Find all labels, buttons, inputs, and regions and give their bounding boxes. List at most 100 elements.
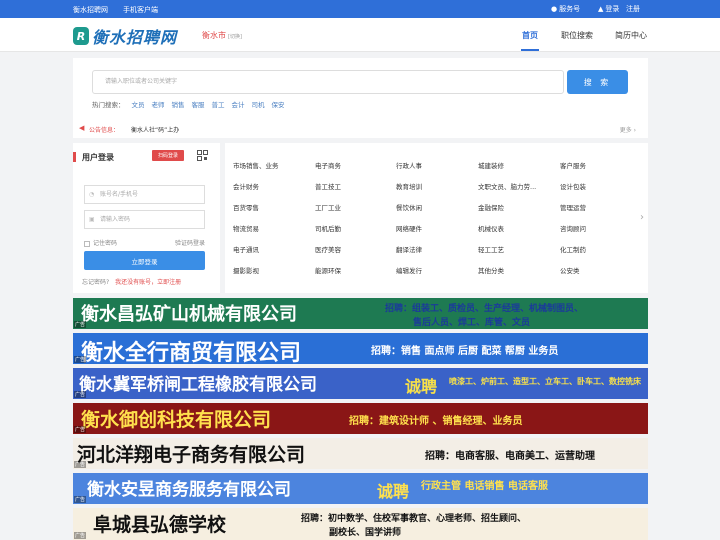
- banner-company-name: 阜城县弘德学校: [93, 514, 227, 536]
- site-name-link[interactable]: 衡水招聘网: [73, 5, 108, 15]
- banner-company-name: 衡水安昱商务服务有限公司: [87, 480, 291, 500]
- banner-company-name: 河北洋翔电子商务有限公司: [77, 444, 306, 466]
- login-submit-button[interactable]: 立即登录: [84, 251, 205, 270]
- banner-company-name: 衡水全行商贸有限公司: [81, 341, 302, 364]
- notice-text[interactable]: 衡水人社“码”上办: [131, 125, 179, 134]
- nav-resume-center[interactable]: 简历中心: [615, 30, 647, 41]
- sms-login-link[interactable]: 验证码登录: [175, 238, 205, 247]
- category-link[interactable]: 设计包装: [560, 181, 586, 191]
- ad-tag: 广告: [74, 532, 87, 539]
- category-link[interactable]: 文职文员、脑力劳...: [478, 181, 536, 191]
- nav-job-search[interactable]: 职位搜索: [561, 30, 593, 41]
- ad-tag: 广告: [74, 356, 87, 363]
- hot-search-label: 热门搜索：: [92, 101, 125, 109]
- category-link[interactable]: 咨询顾问: [560, 223, 586, 233]
- banner-recruit-positions: 喷漆工、炉前工、造型工、立车工、卧车工、数控铣床: [449, 377, 641, 386]
- search-card: 请输入职位或者公司关键字 搜 索 热门搜索： 文员 老师 销售 客服 普工 会计…: [73, 58, 648, 138]
- search-input[interactable]: 请输入职位或者公司关键字: [92, 70, 564, 94]
- remember-password-checkbox[interactable]: 记住密码: [84, 240, 117, 247]
- search-button[interactable]: 搜 索: [567, 70, 628, 94]
- category-link[interactable]: 公安类: [560, 265, 580, 275]
- register-now-link[interactable]: 我还没有账号，立即注册: [115, 279, 181, 286]
- company-ad-banner[interactable]: 衡水御创科技有限公司 招聘：建筑设计师 、销售经理、业务员广告: [73, 403, 648, 434]
- category-link[interactable]: 管理运营: [560, 202, 586, 212]
- company-ad-banner[interactable]: 衡水全行商贸有限公司 招聘：销售 面点师 后厨 配菜 帮厨 业务员广告: [73, 333, 648, 364]
- category-link[interactable]: 客户服务: [560, 160, 586, 170]
- mobile-client-link[interactable]: 手机客户端: [123, 5, 158, 15]
- nav-home[interactable]: 首页: [522, 30, 538, 41]
- megaphone-icon: ◀: [79, 124, 85, 132]
- password-field[interactable]: ▣ 请输入密码: [84, 210, 205, 229]
- banner-company-name: 衡水冀军桥闸工程橡胶有限公司: [79, 375, 317, 395]
- category-link[interactable]: 翻译法律: [396, 244, 422, 254]
- site-logo[interactable]: R 衡水招聘网: [73, 24, 177, 48]
- banner-recruit-text: 招聘：初中数学、住校军事教官、心理老师、招生顾问、: [301, 514, 527, 524]
- notice-more-link[interactable]: 更多 ›: [620, 125, 636, 134]
- hot-keyword[interactable]: 会计: [232, 99, 245, 109]
- ad-tag: 广告: [74, 496, 87, 503]
- login-link[interactable]: ▲ 登录: [598, 4, 619, 14]
- hot-keyword[interactable]: 客服: [192, 99, 205, 109]
- category-link[interactable]: 网络硬件: [396, 223, 422, 233]
- qr-code-icon[interactable]: [197, 150, 208, 161]
- company-ad-banner[interactable]: 河北洋翔电子商务有限公司 招聘：电商客服、电商美工、运营助理 广告: [73, 438, 648, 469]
- logo-text: 衡水招聘网: [92, 28, 178, 47]
- hot-keyword[interactable]: 普工: [212, 99, 225, 109]
- category-link[interactable]: 市场销售、业务: [233, 160, 279, 170]
- user-icon: ◔: [89, 191, 95, 198]
- banner-recruit-text: 招聘：销售 面点师 后厨 配菜 帮厨 业务员: [371, 346, 559, 357]
- category-link[interactable]: 其他分类: [478, 265, 504, 275]
- category-link[interactable]: 电子商务: [315, 160, 341, 170]
- category-link[interactable]: 餐饮休闲: [396, 202, 422, 212]
- scan-login-button[interactable]: 扫码登录: [152, 150, 184, 161]
- register-link[interactable]: 注册: [626, 4, 640, 14]
- category-link[interactable]: 医疗美容: [315, 244, 341, 254]
- nav-active-indicator: [521, 49, 539, 51]
- category-link[interactable]: 工厂工业: [315, 202, 341, 212]
- hot-keyword[interactable]: 司机: [252, 99, 265, 109]
- category-link[interactable]: 教育培训: [396, 181, 422, 191]
- company-ad-banner[interactable]: 阜城县弘德学校 招聘：初中数学、住校军事教官、心理老师、招生顾问、 副校长、国学讲师…: [73, 508, 648, 540]
- category-link[interactable]: 摄影影视: [233, 265, 259, 275]
- category-link[interactable]: 会计财务: [233, 181, 259, 191]
- user-icon: ▲: [598, 5, 604, 13]
- forgot-password-link[interactable]: 忘记密码?: [82, 279, 109, 286]
- banner-company-name: 衡水御创科技有限公司: [81, 409, 272, 431]
- account-field[interactable]: ◔ 账号名/手机号: [84, 185, 205, 204]
- company-ad-banner[interactable]: 衡水安昱商务服务有限公司 诚聘 行政主管 电话销售 电话客服 广告: [73, 473, 648, 504]
- category-link[interactable]: 百货零售: [233, 202, 259, 212]
- city-switcher[interactable]: 衡水市 [切换]: [202, 30, 242, 41]
- category-link[interactable]: 化工制药: [560, 244, 586, 254]
- job-categories: › 市场销售、业务 电子商务 行政人事 城建装修 客户服务会计财务 普工技工 教育培训 文职文…: [225, 143, 648, 293]
- category-link[interactable]: 行政人事: [396, 160, 422, 170]
- category-link[interactable]: 编辑发行: [396, 265, 422, 275]
- category-link[interactable]: 轻工工艺: [478, 244, 504, 254]
- login-footer: 忘记密码? 我还没有账号，立即注册: [82, 277, 181, 286]
- login-title: 用户登录: [73, 152, 114, 162]
- category-link[interactable]: 机械仪表: [478, 223, 504, 233]
- ad-tag: 广告: [74, 321, 87, 328]
- chevron-right-icon[interactable]: ›: [640, 212, 644, 223]
- banner-recruit-text: 诚聘: [377, 482, 410, 501]
- category-link[interactable]: 司机后勤: [315, 223, 341, 233]
- wechat-icon: ●: [551, 5, 558, 13]
- site-header: R 衡水招聘网 衡水市 [切换] 首页 职位搜索 简历中心: [0, 18, 720, 52]
- category-link[interactable]: 物流贸易: [233, 223, 259, 233]
- category-link[interactable]: 能源环保: [315, 265, 341, 275]
- company-ad-banner[interactable]: 衡水冀军桥闸工程橡胶有限公司 诚聘 喷漆工、炉前工、造型工、立车工、卧车工、数控铣床…: [73, 368, 648, 399]
- category-link[interactable]: 城建装修: [478, 160, 504, 170]
- category-link[interactable]: 金融保险: [478, 202, 504, 212]
- category-link[interactable]: 普工技工: [315, 181, 341, 191]
- ad-tag: 广告: [74, 426, 87, 433]
- service-account-link[interactable]: ● 服务号: [551, 4, 580, 14]
- company-ad-banner[interactable]: 衡水昌弘矿山机械有限公司 招聘：组装工、质检员、生产经理、机械制图员、 售后人员、焊…: [73, 298, 648, 329]
- banner-recruit-text: 诚聘: [405, 377, 438, 396]
- hot-keyword[interactable]: 保安: [272, 99, 285, 109]
- banner-recruit-text: 招聘：建筑设计师 、销售经理、业务员: [349, 416, 523, 427]
- category-link[interactable]: 电子通讯: [233, 244, 259, 254]
- login-panel: 用户登录 扫码登录 ◔ 账号名/手机号 ▣ 请输入密码 记住密码 验证码登录 立…: [73, 143, 220, 293]
- hot-keyword[interactable]: 老师: [152, 99, 165, 109]
- banner-company-name: 衡水昌弘矿山机械有限公司: [81, 304, 297, 325]
- hot-keyword[interactable]: 销售: [172, 99, 185, 109]
- hot-keyword[interactable]: 文员: [132, 99, 145, 109]
